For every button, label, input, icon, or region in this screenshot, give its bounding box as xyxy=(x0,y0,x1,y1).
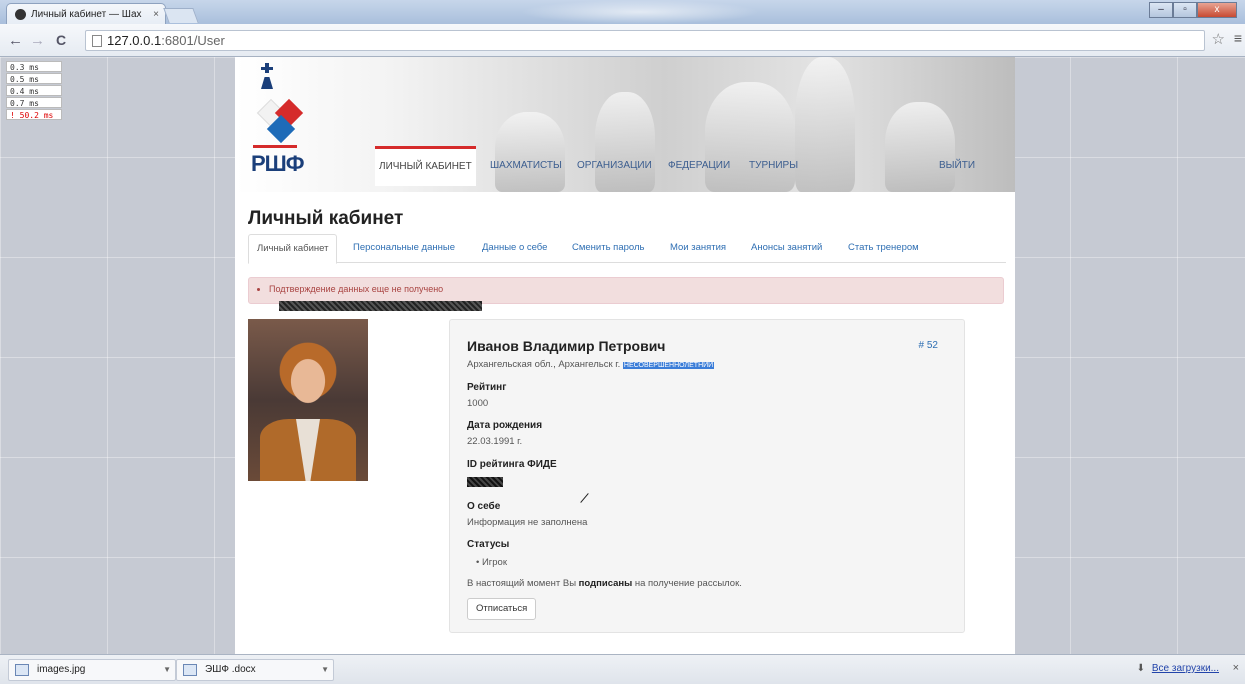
window-controls: – ▫ x xyxy=(1149,2,1237,18)
subscription-post: на получение рассылок. xyxy=(632,578,742,589)
main-nav: ЛИЧНЫЙ КАБИНЕТ ШАХМАТИСТЫ ОРГАНИЗАЦИИ ФЕ… xyxy=(375,146,1000,186)
content-section: Личный кабинет Личный кабинет Персональн… xyxy=(248,208,1006,311)
url-host: 127.0.0.1 xyxy=(107,33,162,48)
reload-icon[interactable]: C xyxy=(56,32,66,48)
fide-id-label: ID рейтинга ФИДЕ xyxy=(467,459,557,470)
tab-title: Личный кабинет — Шах xyxy=(31,8,142,20)
tab-personal-data[interactable]: Персональные данные xyxy=(353,234,455,263)
minor-badge: НЕСОВЕРШЕННОЛЕТНИЙ xyxy=(622,362,715,369)
close-download-bar-icon[interactable]: × xyxy=(1233,662,1239,674)
confirmation-alert: Подтверждение данных еще не получено xyxy=(248,277,1004,304)
redacted-text xyxy=(279,301,482,311)
download-menu-caret-icon[interactable]: ▼ xyxy=(163,660,171,680)
subscription-note: В настоящий момент Вы подписаны на получ… xyxy=(467,578,742,589)
download-filename: images.jpg xyxy=(37,664,86,675)
alert-message: Подтверждение данных еще не получено xyxy=(269,284,1003,294)
subscription-pre: В настоящий момент Вы xyxy=(467,578,579,589)
profile-tabs: Личный кабинет Персональные данные Данны… xyxy=(248,234,1006,264)
player-location: Архангельская обл., Архангельск г. НЕСОВ… xyxy=(467,359,715,370)
forward-icon[interactable]: → xyxy=(30,32,45,49)
status-item: • Игрок xyxy=(476,557,507,568)
birth-date-value: 22.03.1991 г. xyxy=(467,436,523,447)
back-icon[interactable]: ← xyxy=(8,32,23,49)
birth-date-label: Дата рождения xyxy=(467,420,543,431)
about-value: Информация не заполнена xyxy=(467,517,588,528)
download-item-image[interactable]: images.jpg ▼ xyxy=(8,659,176,681)
header-banner: РШФ ЛИЧНЫЙ КАБИНЕТ ШАХМАТИСТЫ ОРГАНИЗАЦИ… xyxy=(235,57,1015,192)
site-container: РШФ ЛИЧНЫЙ КАБИНЕТ ШАХМАТИСТЫ ОРГАНИЗАЦИ… xyxy=(235,57,1015,654)
page-icon xyxy=(92,35,102,47)
profiler-entry-slow[interactable]: ! 50.2 ms xyxy=(6,109,62,120)
titlebar-glow xyxy=(520,0,760,24)
logout-link[interactable]: ВЫЙТИ xyxy=(939,146,975,186)
statuses-label: Статусы xyxy=(467,539,510,550)
bookmark-star-icon[interactable]: ☆ xyxy=(1212,30,1225,48)
page-viewport: 0.3 ms 0.5 ms 0.4 ms 0.7 ms ! 50.2 ms РШ… xyxy=(0,57,1245,654)
logo-king-icon xyxy=(261,63,273,89)
nav-tournaments[interactable]: ТУРНИРЫ xyxy=(749,146,798,186)
download-arrow-icon: ⬇ xyxy=(1136,663,1145,674)
nav-organizations[interactable]: ОРГАНИЗАЦИИ xyxy=(577,146,652,186)
all-downloads-link[interactable]: Все загрузки... xyxy=(1152,663,1219,674)
browser-tab-active[interactable]: Личный кабинет — Шах × xyxy=(6,3,166,24)
site-logo[interactable]: РШФ xyxy=(251,151,305,177)
download-menu-caret-icon[interactable]: ▼ xyxy=(321,660,329,680)
mouse-cursor xyxy=(580,493,589,503)
nav-cabinet[interactable]: ЛИЧНЫЙ КАБИНЕТ xyxy=(375,146,476,186)
page-title: Личный кабинет xyxy=(248,208,404,229)
profile-card: Иванов Владимир Петрович # 52 Архангельс… xyxy=(449,319,965,633)
logo-bar xyxy=(253,145,297,148)
rating-value: 1000 xyxy=(467,398,489,409)
favicon-icon xyxy=(15,8,26,20)
profiler-entry[interactable]: 0.5 ms xyxy=(6,73,62,84)
nav-players[interactable]: ШАХМАТИСТЫ xyxy=(490,146,562,186)
tab-about-me[interactable]: Данные о себе xyxy=(482,234,547,263)
browser-toolbar: ← → C 127.0.0.1:6801/User ☆ ≡ xyxy=(0,24,1245,57)
tab-close-icon[interactable]: × xyxy=(153,9,159,20)
status-item-text: Игрок xyxy=(481,557,507,568)
word-file-icon xyxy=(183,664,197,676)
download-item-docx[interactable]: ЭШФ .docx ▼ xyxy=(176,659,334,681)
unsubscribe-button[interactable]: Отписаться xyxy=(467,598,537,620)
tab-change-password[interactable]: Сменить пароль xyxy=(572,234,644,263)
tab-my-lessons[interactable]: Мои занятия xyxy=(670,234,726,263)
nav-federations[interactable]: ФЕДЕРАЦИИ xyxy=(668,146,730,186)
fide-id-redacted xyxy=(467,477,503,487)
download-filename: ЭШФ .docx xyxy=(205,664,256,675)
tab-cabinet[interactable]: Личный кабинет xyxy=(248,234,338,264)
about-label: О себе xyxy=(467,501,501,512)
address-bar[interactable]: 127.0.0.1:6801/User xyxy=(85,30,1205,51)
minimize-button[interactable]: – xyxy=(1149,2,1173,18)
download-bar: images.jpg ▼ ЭШФ .docx ▼ ⬇ Все загрузки.… xyxy=(0,654,1245,684)
image-file-icon xyxy=(15,664,29,676)
location-text: Архангельская обл., Архангельск г. xyxy=(467,359,621,370)
window-titlebar: Личный кабинет — Шах × – ▫ x xyxy=(0,0,1245,24)
rating-label: Рейтинг xyxy=(467,382,507,393)
close-window-button[interactable]: x xyxy=(1197,2,1237,18)
profiler-entry[interactable]: 0.4 ms xyxy=(6,85,62,96)
maximize-button[interactable]: ▫ xyxy=(1173,2,1197,18)
url-path: :6801/User xyxy=(161,33,225,48)
mini-profiler[interactable]: 0.3 ms 0.5 ms 0.4 ms 0.7 ms ! 50.2 ms xyxy=(6,61,62,121)
tab-become-coach[interactable]: Стать тренером xyxy=(848,234,919,263)
subscription-status: подписаны xyxy=(578,578,633,589)
player-name: Иванов Владимир Петрович xyxy=(467,338,666,354)
player-number-link[interactable]: # 52 xyxy=(919,340,938,351)
profiler-entry[interactable]: 0.3 ms xyxy=(6,61,62,72)
browser-menu-icon[interactable]: ≡ xyxy=(1234,30,1242,46)
profile-photo xyxy=(248,319,368,481)
tab-lesson-announcements[interactable]: Анонсы занятий xyxy=(751,234,822,263)
new-tab-button[interactable] xyxy=(163,8,199,23)
profiler-entry[interactable]: 0.7 ms xyxy=(6,97,62,108)
